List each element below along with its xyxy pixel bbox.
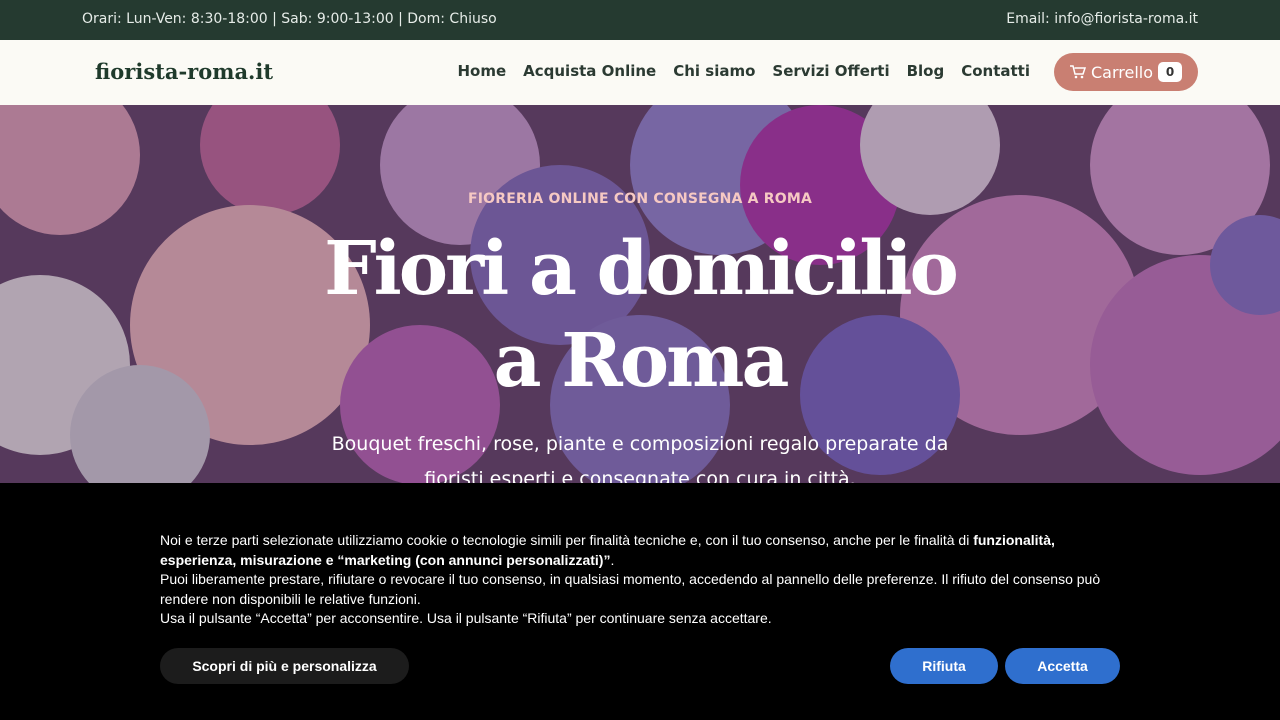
nav-home[interactable]: Home [457, 62, 506, 80]
contact-email[interactable]: Email: info@fiorista-roma.it [1006, 11, 1198, 27]
cart-label: Carrello [1091, 62, 1154, 82]
cookie-line1-text: Noi e terze parti selezionate utilizziam… [160, 532, 974, 548]
cart-button[interactable]: Carrello 0 [1054, 53, 1198, 91]
main-header: fiorista-roma.it Home Acquista Online Ch… [0, 40, 1280, 105]
reject-button[interactable]: Rifiuta [890, 648, 998, 684]
nav-contacts[interactable]: Contatti [961, 62, 1030, 80]
accept-button[interactable]: Accetta [1005, 648, 1120, 684]
hero-title-line2: a Roma [493, 318, 790, 404]
hero-title: Fiori a domicilio a Roma [0, 223, 1280, 407]
nav-about[interactable]: Chi siamo [673, 62, 755, 80]
hero-title-line1: Fiori a domicilio [324, 226, 959, 312]
cookie-line3: Usa il pulsante “Accetta” per acconsenti… [160, 610, 772, 626]
cookie-banner: Noi e terze parti selezionate utilizziam… [0, 483, 1280, 720]
hero-section: FIORERIA ONLINE CON CONSEGNA A ROMA Fior… [0, 105, 1280, 483]
cart-count-badge: 0 [1158, 62, 1182, 82]
hero-eyebrow: FIORERIA ONLINE CON CONSEGNA A ROMA [468, 191, 812, 207]
cookie-line2: Puoi liberamente prestare, rifiutare o r… [160, 571, 1101, 607]
top-info-bar: Orari: Lun-Ven: 8:30-18:00 | Sab: 9:00-1… [0, 0, 1280, 40]
cookie-text: Noi e terze parti selezionate utilizziam… [160, 531, 1120, 629]
nav-blog[interactable]: Blog [907, 62, 945, 80]
customize-button[interactable]: Scopri di più e personalizza [160, 648, 409, 684]
cookie-line1: Noi e terze parti selezionate utilizziam… [160, 531, 1120, 570]
hero-subtitle: Bouquet freschi, rose, piante e composiz… [331, 433, 949, 483]
main-nav: Home Acquista Online Chi siamo Servizi O… [457, 62, 1030, 80]
opening-hours: Orari: Lun-Ven: 8:30-18:00 | Sab: 9:00-1… [82, 11, 497, 27]
cookie-line1-end: . [610, 551, 615, 568]
cart-icon [1070, 65, 1086, 79]
nav-shop-online[interactable]: Acquista Online [523, 62, 656, 80]
nav-services[interactable]: Servizi Offerti [772, 62, 889, 80]
site-logo[interactable]: fiorista-roma.it [95, 59, 273, 84]
